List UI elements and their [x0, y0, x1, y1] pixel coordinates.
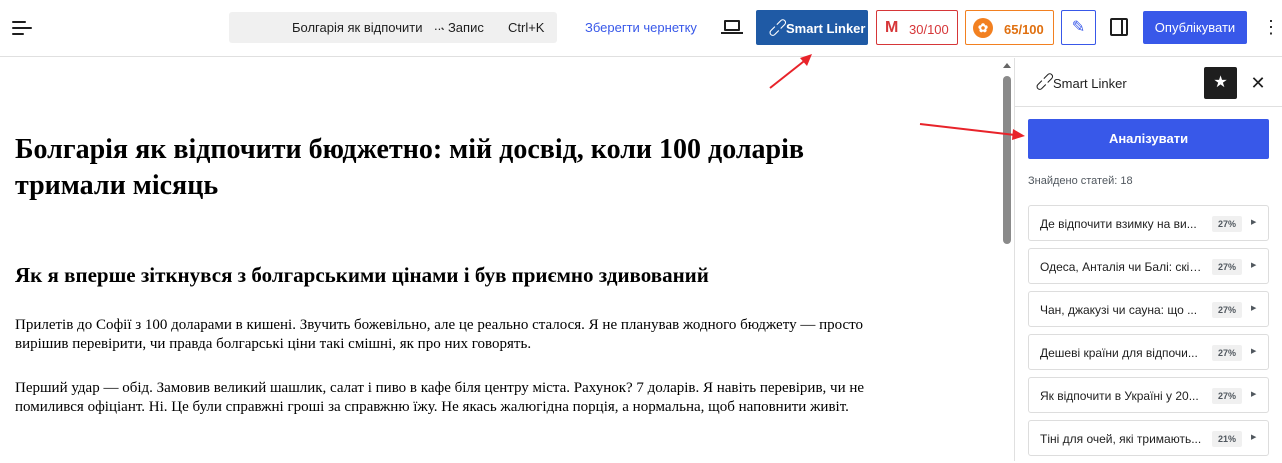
editor-canvas: Болгарія як відпочити бюджетно: мій досв… — [0, 58, 1000, 461]
readability-score-button[interactable]: ✿ 65/100 — [965, 10, 1054, 45]
sidebar-toggle-icon[interactable] — [1110, 18, 1128, 36]
article-title: Одеса, Анталія чи Балі: скіл... — [1040, 260, 1202, 274]
article-title: Як відпочити в Україні у 20... — [1040, 389, 1199, 403]
post-title[interactable]: Болгарія як відпочити бюджетно: мій досв… — [15, 132, 855, 204]
editor-scrollbar[interactable] — [1000, 58, 1014, 461]
caret-right-icon: ▶ — [1251, 262, 1257, 269]
article-title: Чан, джакузі чи сауна: що ... — [1040, 303, 1198, 317]
save-draft-button[interactable]: Зберегти чернетку — [585, 20, 697, 35]
caret-right-icon: ▶ — [1251, 391, 1257, 398]
found-articles-count: Знайдено статей: 18 — [1028, 175, 1133, 187]
article-title: Тіні для очей, які тримають... — [1040, 432, 1202, 446]
caret-right-icon: ▶ — [1251, 305, 1257, 312]
article-title: Де відпочити взимку на ви... — [1040, 217, 1197, 231]
publish-button[interactable]: Опублікувати — [1143, 11, 1247, 44]
list-item[interactable]: Одеса, Анталія чи Балі: скіл... 27% ▶ — [1028, 248, 1269, 284]
command-title: Болгарія як відпочити — [292, 20, 423, 35]
scroll-up-icon[interactable] — [1003, 63, 1011, 68]
relevance-badge: 27% — [1212, 388, 1242, 404]
panel-title: Smart Linker — [1053, 76, 1127, 91]
list-item[interactable]: Як відпочити в Україні у 20... 27% ▶ — [1028, 377, 1269, 413]
close-icon[interactable]: ✕ — [1248, 71, 1268, 95]
star-icon[interactable]: ★ — [1204, 67, 1237, 99]
magic-wand-icon[interactable]: ✎ — [1061, 10, 1096, 45]
relevance-badge: 27% — [1212, 345, 1242, 361]
command-shortcut: Ctrl+K — [508, 20, 545, 35]
readability-icon: ✿ — [973, 18, 993, 38]
command-palette-button[interactable]: Болгарія як відпочити ... · Запис Ctrl+K — [229, 12, 557, 43]
relevance-badge: 27% — [1212, 302, 1242, 318]
article-list: Де відпочити взимку на ви... 27% ▶ Одеса… — [1028, 205, 1269, 463]
post-heading[interactable]: Як я вперше зіткнувся з болгарськими цін… — [15, 261, 875, 289]
editor-toolbar: Болгарія як відпочити ... · Запис Ctrl+K… — [0, 0, 1282, 57]
smart-linker-panel: ⊂⊃ Smart Linker ★ ✕ Аналізувати Знайдено… — [1014, 58, 1282, 461]
smart-linker-label: Smart Linker — [786, 21, 866, 36]
relevance-badge: 27% — [1212, 216, 1242, 232]
seo-score: 30/100 — [909, 22, 949, 37]
caret-right-icon: ▶ — [1251, 434, 1257, 441]
readability-score: 65/100 — [1004, 22, 1044, 37]
seo-score-button[interactable]: M 30/100 — [876, 10, 958, 45]
paragraph-block[interactable]: Перший удар — обід. Замовив великий шашл… — [15, 379, 865, 417]
analyze-button[interactable]: Аналізувати — [1028, 119, 1269, 159]
list-item[interactable]: Дешеві країни для відпочи... 27% ▶ — [1028, 334, 1269, 370]
list-item[interactable]: Де відпочити взимку на ви... 27% ▶ — [1028, 205, 1269, 241]
panel-header: ⊂⊃ Smart Linker ★ ✕ — [1015, 58, 1282, 107]
paragraph-block[interactable]: Прилетів до Софії з 100 доларами в кишен… — [15, 316, 865, 354]
article-title: Дешеві країни для відпочи... — [1040, 346, 1198, 360]
list-item[interactable]: Чан, джакузі чи сауна: що ... 27% ▶ — [1028, 291, 1269, 327]
smart-linker-button[interactable]: ⊂⊃ Smart Linker — [756, 10, 868, 45]
kebab-icon[interactable]: ⋮ — [1262, 17, 1280, 37]
laptop-icon[interactable] — [721, 17, 743, 39]
relevance-badge: 27% — [1212, 259, 1242, 275]
command-type: · Запис — [440, 20, 484, 35]
list-item[interactable]: Тіні для очей, які тримають... 21% ▶ — [1028, 420, 1269, 456]
scrollbar-thumb[interactable] — [1003, 76, 1011, 244]
menu-icon[interactable] — [10, 16, 34, 40]
caret-right-icon: ▶ — [1251, 219, 1257, 226]
seo-icon: M — [885, 19, 899, 36]
caret-right-icon: ▶ — [1251, 348, 1257, 355]
relevance-badge: 21% — [1212, 431, 1242, 447]
